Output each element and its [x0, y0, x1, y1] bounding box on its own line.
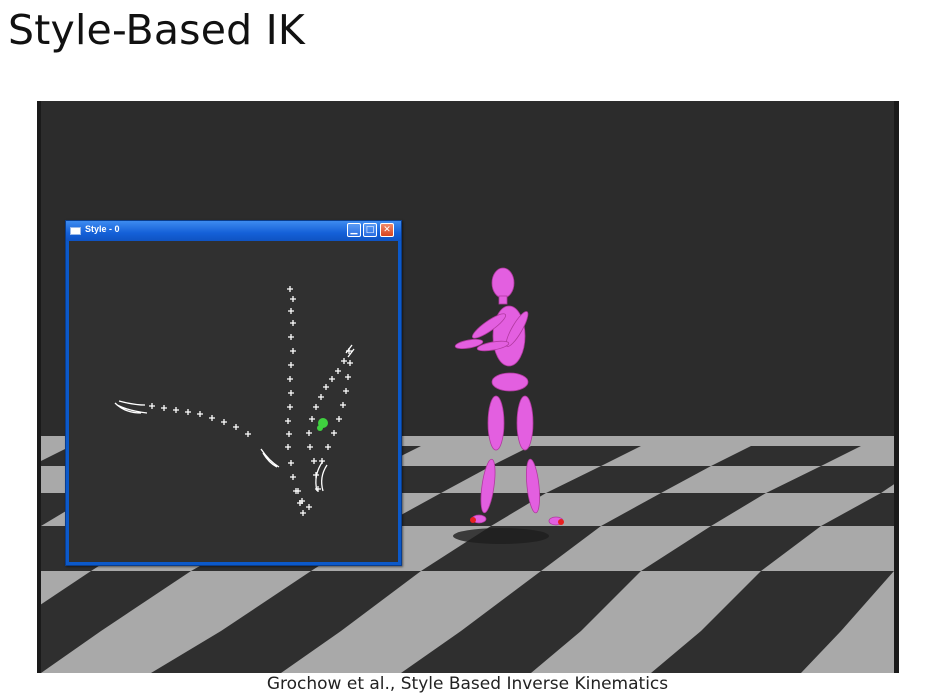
window-title: Style - 0	[85, 224, 120, 234]
window-app-icon	[70, 227, 81, 235]
latent-points	[114, 286, 355, 516]
figure-shadow	[453, 528, 549, 544]
latent-space-plot	[114, 286, 355, 516]
slide-title: Style-Based IK	[8, 6, 305, 54]
video-frame: Style - 0 ▁ □ ✕	[37, 101, 899, 673]
minimize-button[interactable]: ▁	[347, 223, 361, 237]
window-titlebar[interactable]: Style - 0 ▁ □ ✕	[66, 221, 401, 241]
close-button[interactable]: ✕	[380, 223, 394, 237]
style-window[interactable]: Style - 0 ▁ □ ✕	[65, 220, 402, 566]
current-pose-marker	[317, 418, 328, 431]
latent-space-view[interactable]	[69, 241, 398, 562]
slide-caption: Grochow et al., Style Based Inverse Kine…	[266, 674, 669, 694]
maximize-button[interactable]: □	[363, 223, 377, 237]
